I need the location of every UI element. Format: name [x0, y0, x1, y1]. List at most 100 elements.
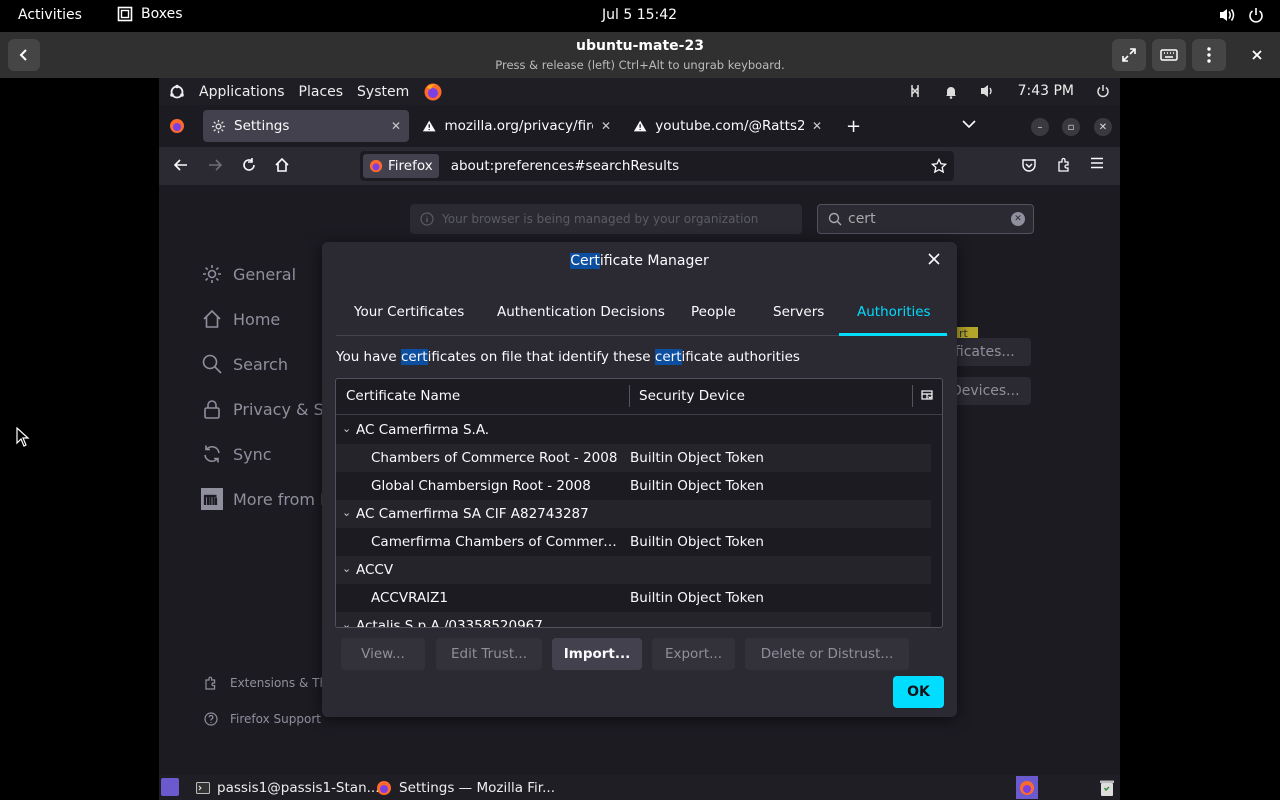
import-button[interactable]: Import... — [552, 638, 642, 670]
edit-trust-button[interactable]: Edit Trust... — [436, 638, 542, 670]
firefox-logo-icon — [377, 780, 391, 795]
identity-box[interactable]: Firefox — [363, 154, 439, 178]
trash-icon[interactable] — [1099, 779, 1115, 797]
tree-group-row[interactable]: ⌄ Actalis S.p.A./03358520967 — [336, 612, 931, 628]
tab-your-certificates[interactable]: Your Certificates — [354, 304, 464, 320]
title-rest: ificate Manager — [599, 253, 709, 269]
hamburger-menu-icon[interactable] — [1090, 157, 1104, 169]
tab-close-icon[interactable]: ✕ — [391, 119, 401, 133]
show-desktop-icon[interactable] — [161, 778, 179, 796]
tab-close-icon[interactable]: ✕ — [601, 119, 611, 133]
tree-item-row[interactable]: Chambers of Commerce Root - 2008 Builtin… — [336, 444, 931, 472]
fullscreen-button[interactable] — [1112, 39, 1146, 71]
tab-label: mozilla.org/privacy/firefo — [444, 118, 592, 134]
menu-applications[interactable]: Applications — [199, 84, 285, 100]
view-certificates-button-bg: ificates... — [951, 338, 1031, 366]
reload-icon[interactable] — [241, 157, 257, 173]
tab-youtube[interactable]: youtube.com/@Ratts247 ✕ — [625, 110, 830, 142]
tab-authentication-decisions[interactable]: Authentication Decisions — [497, 304, 665, 320]
category-search[interactable]: Search — [201, 353, 288, 375]
taskbar-terminal[interactable]: passis1@passis1-Stan... — [196, 777, 380, 798]
kebab-menu-icon — [1207, 47, 1211, 63]
group-name: AC Camerfirma S.A. — [356, 422, 490, 438]
boxes-app-menu[interactable]: Boxes — [117, 6, 183, 22]
bookmark-star-icon[interactable] — [931, 158, 947, 174]
tab-authorities[interactable]: Authorities — [857, 304, 931, 320]
firefox-launcher-icon[interactable] — [423, 82, 443, 102]
title-highlight: Cert — [570, 253, 600, 269]
column-separator[interactable] — [629, 385, 630, 407]
back-arrow-icon[interactable] — [173, 157, 189, 173]
url-text[interactable]: about:preferences#searchResults — [451, 158, 679, 174]
category-general[interactable]: General — [201, 263, 296, 285]
panel-clock[interactable]: 7:43 PM — [1018, 83, 1074, 99]
restore-icon[interactable]: ▫ — [1062, 118, 1080, 136]
gear-icon — [203, 265, 221, 283]
export-button[interactable]: Export... — [652, 638, 735, 670]
tab-people[interactable]: People — [691, 304, 736, 320]
chevron-down-icon[interactable]: ⌄ — [342, 422, 351, 435]
preferences-search-input[interactable]: cert ✕ — [817, 204, 1034, 234]
url-bar[interactable]: Firefox about:preferences#searchResults — [360, 151, 954, 181]
group-name: Actalis S.p.A./03358520967 — [356, 618, 543, 628]
menu-places[interactable]: Places — [299, 84, 344, 100]
tree-item-row[interactable]: Camerfirma Chambers of Commerce ... Buil… — [336, 528, 931, 556]
firefox-nav-bar: Firefox about:preferences#searchResults — [159, 147, 1120, 185]
workspace-switcher-icon[interactable] — [1016, 776, 1038, 799]
firefox-view-icon[interactable] — [169, 118, 185, 134]
clock[interactable]: Jul 5 15:42 — [602, 7, 677, 23]
keyboard-button[interactable] — [1152, 39, 1186, 71]
column-security-device[interactable]: Security Device — [639, 388, 745, 404]
notification-bell-icon[interactable] — [944, 84, 958, 99]
tab-servers[interactable]: Servers — [773, 304, 824, 320]
tree-item-row[interactable]: Global Chambersign Root - 2008 Builtin O… — [336, 472, 931, 500]
column-certificate-name[interactable]: Certificate Name — [346, 388, 460, 404]
tab-close-icon[interactable]: ✕ — [812, 119, 822, 133]
delete-or-distrust-button[interactable]: Delete or Distrust... — [745, 638, 909, 670]
firefox-support-link[interactable]: Firefox Support — [204, 712, 321, 726]
power-icon[interactable] — [1248, 7, 1264, 23]
category-more-from-mozilla[interactable]: More from M — [201, 488, 334, 510]
tab-settings[interactable]: Settings ✕ — [203, 110, 409, 142]
volume-icon[interactable] — [980, 84, 996, 98]
tree-group-row[interactable]: ⌄ AC Camerfirma S.A. — [336, 416, 931, 444]
minimize-icon[interactable]: – — [1031, 118, 1049, 136]
extensions-icon[interactable] — [1056, 157, 1072, 173]
list-all-tabs-icon[interactable] — [962, 119, 976, 129]
menu-button[interactable] — [1192, 39, 1226, 71]
taskbar-label: passis1@passis1-Stan... — [217, 779, 380, 796]
chevron-down-icon[interactable]: ⌄ — [342, 618, 351, 627]
certificate-tree[interactable]: Certificate Name Security Device ⌄ AC Ca… — [335, 378, 943, 628]
tab-mozilla-privacy[interactable]: mozilla.org/privacy/firefo ✕ — [414, 110, 619, 142]
category-home[interactable]: Home — [201, 308, 280, 330]
home-icon[interactable] — [274, 157, 290, 173]
ok-button[interactable]: OK — [893, 676, 944, 708]
tree-group-row[interactable]: ⌄ AC Camerfirma SA CIF A82743287 — [336, 500, 931, 528]
extensions-themes-link[interactable]: Extensions & Th — [204, 676, 327, 690]
certificate-tabs: Your Certificates Authentication Decisio… — [336, 294, 948, 336]
view-button[interactable]: View... — [341, 638, 425, 670]
volume-icon[interactable] — [1218, 7, 1236, 23]
close-window-button[interactable] — [1240, 39, 1274, 71]
dialog-close-icon[interactable] — [927, 252, 941, 266]
clear-search-icon[interactable]: ✕ — [1011, 212, 1025, 226]
shutdown-icon[interactable] — [1096, 84, 1110, 98]
window-close-icon[interactable]: ✕ — [1094, 118, 1112, 136]
category-label: Home — [233, 309, 281, 329]
chevron-down-icon[interactable]: ⌄ — [342, 562, 351, 575]
ubuntu-logo-icon[interactable] — [169, 84, 185, 100]
menu-system[interactable]: System — [357, 84, 409, 100]
column-picker-icon[interactable] — [921, 389, 933, 401]
column-separator[interactable] — [912, 385, 913, 407]
activities-button[interactable]: Activities — [18, 7, 82, 23]
tree-item-row[interactable]: ACCVRAIZ1 Builtin Object Token — [336, 584, 931, 612]
new-tab-icon[interactable]: + — [846, 116, 861, 137]
forward-arrow-icon[interactable] — [207, 157, 223, 173]
network-icon[interactable] — [908, 83, 922, 99]
chevron-down-icon[interactable]: ⌄ — [342, 506, 351, 519]
taskbar-firefox[interactable]: Settings — Mozilla Fir... — [376, 777, 555, 798]
category-sync[interactable]: Sync — [201, 443, 272, 465]
gnome-top-bar: Activities Boxes Jul 5 15:42 — [0, 0, 1280, 32]
tree-group-row[interactable]: ⌄ ACCV — [336, 556, 931, 584]
pocket-icon[interactable] — [1021, 157, 1037, 173]
